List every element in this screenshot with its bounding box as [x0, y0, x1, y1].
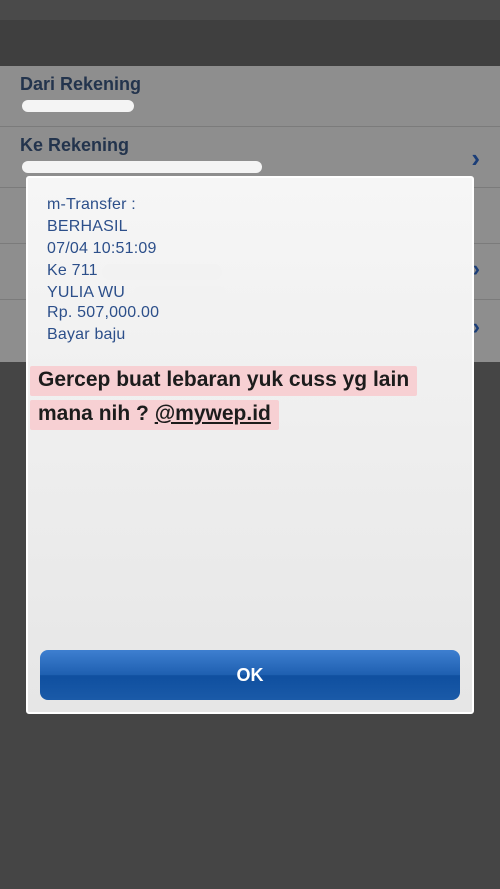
redacted-account-number	[22, 161, 262, 173]
alert-line: BERHASIL	[47, 218, 128, 235]
status-bar	[0, 0, 500, 20]
to-account-label: Ke Rekening	[20, 135, 130, 155]
alert-line: YULIA WU	[47, 284, 126, 301]
alert-line: Ke 711	[47, 262, 98, 279]
alert-line: Bayar baju	[47, 326, 126, 343]
transfer-result-alert: m-Transfer : BERHASIL 07/04 10:51:09 Ke …	[26, 176, 474, 714]
story-caption-line-1: Gercep buat lebaran yuk cuss yg lain	[30, 366, 418, 396]
from-account-row[interactable]: Dari Rekening	[0, 66, 500, 127]
chevron-right-icon: ›	[471, 143, 480, 173]
from-account-label: Dari Rekening	[20, 74, 142, 94]
caption-text: mana nih ?	[38, 402, 155, 425]
mention-link[interactable]: @mywep.id	[155, 402, 271, 425]
alert-line: m-Transfer :	[47, 196, 136, 213]
alert-line: 07/04 10:51:09	[47, 240, 157, 257]
redacted-account-number	[102, 264, 222, 280]
navigation-bar	[0, 20, 500, 67]
ok-button[interactable]: OK	[40, 650, 460, 700]
redacted-account-number	[22, 100, 134, 112]
story-caption-line-2: mana nih ? @mywep.id	[30, 400, 279, 430]
alert-line: Rp. 507,000.00	[47, 304, 160, 321]
redacted-recipient-name	[134, 286, 226, 302]
